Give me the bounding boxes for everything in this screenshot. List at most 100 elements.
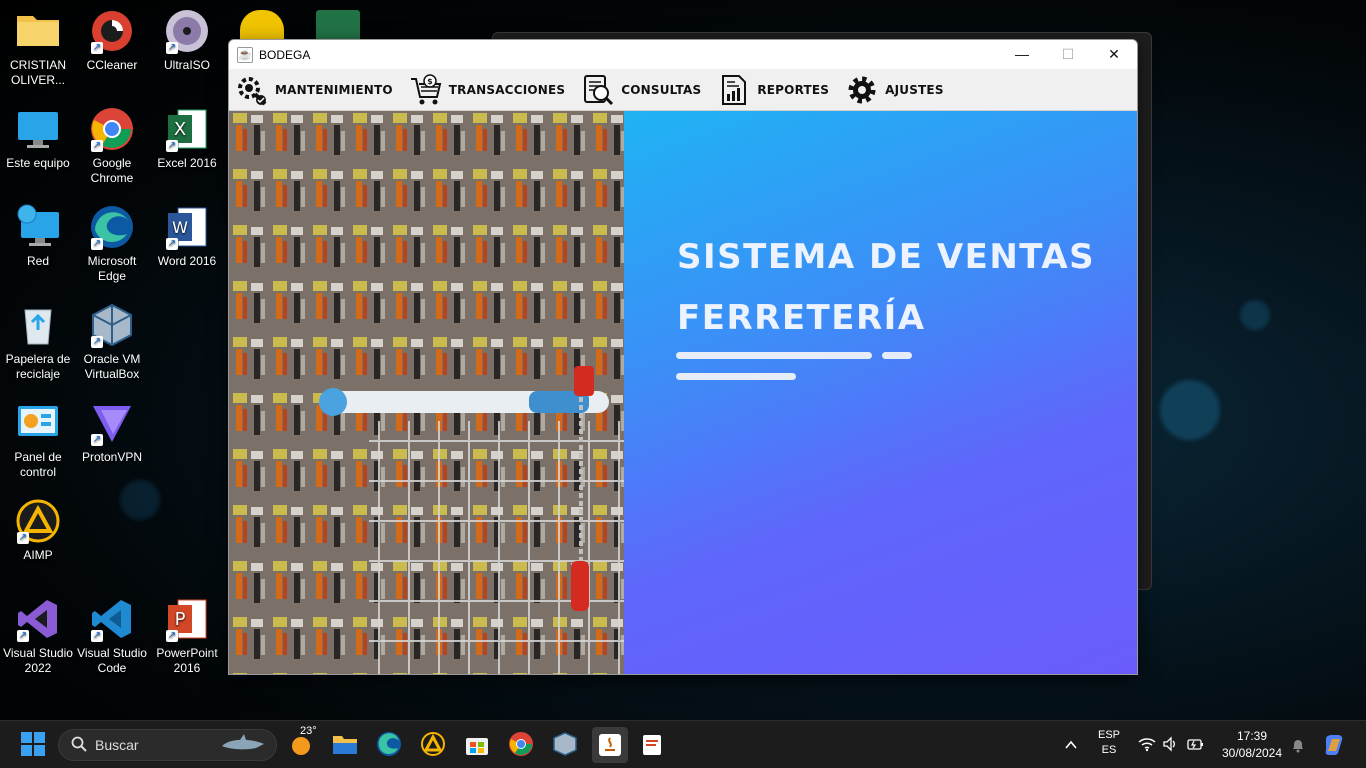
visual-studio-icon: ↗ (15, 596, 61, 642)
cart-dollar-icon: $ (410, 73, 442, 104)
desktop-icon-label: UltraISO (163, 58, 210, 72)
desktop-icon-visual-studio[interactable]: ↗ Visual Studio 2022 (0, 596, 76, 676)
background-glow (1160, 380, 1220, 440)
menu-label: REPORTES (757, 82, 830, 97)
menu-label: TRANSACCIONES (448, 82, 566, 97)
app-window-bodega[interactable]: ☕ BODEGA — ☐ ✕ MANTENIMIENTO $ TRANSACCI… (228, 39, 1138, 675)
desktop-icon-aimp[interactable]: ↗ AIMP (0, 498, 76, 563)
virtualbox-taskbar-icon[interactable] (552, 731, 580, 759)
notification-bell-icon[interactable] (1290, 737, 1306, 757)
desktop-icon-ultraiso[interactable]: ↗ UltraISO (149, 8, 225, 73)
desktop-icon-protonvpn[interactable]: ↗ ProtonVPN (74, 400, 150, 465)
desktop-icon-user-folder[interactable]: CRISTIAN OLIVER... (0, 8, 76, 88)
desktop-icon-este-equipo[interactable]: Este equipo (0, 106, 76, 171)
java-app-taskbar-icon[interactable] (592, 727, 628, 763)
desktop-icon-excel[interactable]: X ↗ Excel 2016 (149, 106, 225, 171)
shortcut-arrow-icon: ↗ (91, 630, 103, 642)
report-chart-icon (722, 74, 747, 105)
shark-decoration-icon (220, 733, 266, 757)
battery-icon[interactable] (1186, 736, 1204, 756)
shortcut-arrow-icon: ↗ (91, 336, 103, 348)
desktop-icon-virtualbox[interactable]: ↗ Oracle VM VirtualBox (74, 302, 150, 382)
menu-bar: MANTENIMIENTO $ TRANSACCIONES CONSULTAS (229, 69, 1137, 111)
excel-icon: X ↗ (164, 106, 210, 152)
taskbar-search-box[interactable]: Buscar (58, 729, 277, 761)
desktop-icon-label: Panel de control (14, 450, 62, 479)
chevron-up-icon[interactable] (1064, 737, 1078, 756)
maximize-button[interactable]: ☐ (1045, 40, 1091, 69)
shortcut-arrow-icon: ↗ (91, 434, 103, 446)
gear-wrench-icon (238, 76, 267, 105)
window-titlebar[interactable]: ☕ BODEGA — ☐ ✕ (229, 40, 1137, 69)
menu-consultas[interactable]: CONSULTAS (581, 73, 701, 107)
edge-icon: ↗ (89, 204, 135, 250)
shortcut-arrow-icon: ↗ (91, 42, 103, 54)
shortcut-arrow-icon: ↗ (17, 630, 29, 642)
network-globe-icon (15, 204, 61, 250)
snipping-tool-icon[interactable] (640, 731, 668, 759)
svg-text:$: $ (427, 77, 433, 86)
control-panel-icon (15, 400, 61, 446)
decorative-bar (676, 352, 872, 359)
shortcut-arrow-icon: ↗ (166, 238, 178, 250)
menu-reportes[interactable]: REPORTES (717, 73, 829, 107)
powerpoint-icon: P ↗ (164, 596, 210, 642)
language-indicator[interactable]: ESP ES (1094, 729, 1124, 756)
windows-start-icon[interactable] (20, 731, 48, 759)
desktop-icon-red[interactable]: Red (0, 204, 76, 269)
volume-icon[interactable] (1162, 736, 1178, 756)
desktop-icon-control-panel[interactable]: Panel de control (0, 400, 76, 480)
folder-icon (15, 8, 61, 54)
aimp-taskbar-icon[interactable] (420, 731, 448, 759)
decorative-bar (676, 373, 796, 380)
weather-icon[interactable]: 23° (290, 725, 318, 759)
protonvpn-icon: ↗ (89, 400, 135, 446)
menu-label: MANTENIMIENTO (275, 82, 393, 97)
partial-desktop-icon[interactable] (240, 10, 284, 40)
desktop-icon-label: CRISTIAN OLIVER... (9, 58, 66, 87)
desktop-icon-label: PowerPoint 2016 (156, 646, 218, 675)
hero-title-line-2: FERRETERÍA (677, 298, 926, 338)
chrome-taskbar-icon[interactable] (508, 731, 536, 759)
minimize-button[interactable]: — (999, 40, 1045, 69)
desktop-icon-label: AIMP (23, 548, 53, 562)
document-search-icon (584, 74, 614, 105)
java-app-icon: ☕ (237, 46, 253, 63)
desktop-icon-label: Papelera de reciclaje (5, 352, 71, 381)
menu-mantenimiento[interactable]: MANTENIMIENTO (235, 73, 393, 107)
desktop-icon-chrome[interactable]: ↗ Google Chrome (74, 106, 150, 186)
desktop-icon-recycle-bin[interactable]: Papelera de reciclaje (0, 302, 76, 382)
desktop-icon-edge[interactable]: ↗ Microsoft Edge (74, 204, 150, 284)
desktop-icon-powerpoint[interactable]: P ↗ PowerPoint 2016 (149, 596, 225, 676)
gear-icon (848, 76, 876, 103)
copilot-icon[interactable] (1322, 733, 1346, 761)
microsoft-store-icon[interactable] (464, 731, 492, 759)
desktop-icon-word[interactable]: W ↗ Word 2016 (149, 204, 225, 269)
wifi-icon[interactable] (1138, 736, 1156, 756)
menu-ajustes[interactable]: AJUSTES (845, 73, 944, 107)
shortcut-arrow-icon: ↗ (91, 238, 103, 250)
shortcut-arrow-icon: ↗ (166, 630, 178, 642)
desktop-icon-vscode[interactable]: ↗ Visual Studio Code (74, 596, 150, 676)
edge-taskbar-icon[interactable] (376, 731, 404, 759)
hero-panel: SISTEMA DE VENTAS FERRETERÍA (624, 111, 1137, 674)
vscode-icon: ↗ (89, 596, 135, 642)
decorative-bar (882, 352, 912, 359)
desktop-icon-label: Oracle VM VirtualBox (83, 352, 141, 381)
close-button[interactable]: ✕ (1091, 40, 1137, 69)
desktop-icon-ccleaner[interactable]: ↗ CCleaner (74, 8, 150, 73)
project-icon[interactable] (316, 10, 360, 40)
background-glow (1240, 300, 1270, 330)
clock[interactable]: 17:39 30/08/2024 (1214, 729, 1290, 760)
svg-text:W: W (172, 218, 188, 237)
desktop-icon-label: Google Chrome (90, 156, 134, 185)
keyboard-layout: ES (1101, 744, 1117, 756)
menu-label: AJUSTES (885, 82, 944, 97)
menu-transacciones[interactable]: $ TRANSACCIONES (409, 73, 565, 107)
chrome-icon: ↗ (89, 106, 135, 152)
desktop-icon-label: Red (26, 254, 49, 268)
virtualbox-icon: ↗ (89, 302, 135, 348)
menu-label: CONSULTAS (621, 82, 702, 97)
shortcut-arrow-icon: ↗ (17, 532, 29, 544)
file-explorer-icon[interactable] (332, 731, 360, 759)
